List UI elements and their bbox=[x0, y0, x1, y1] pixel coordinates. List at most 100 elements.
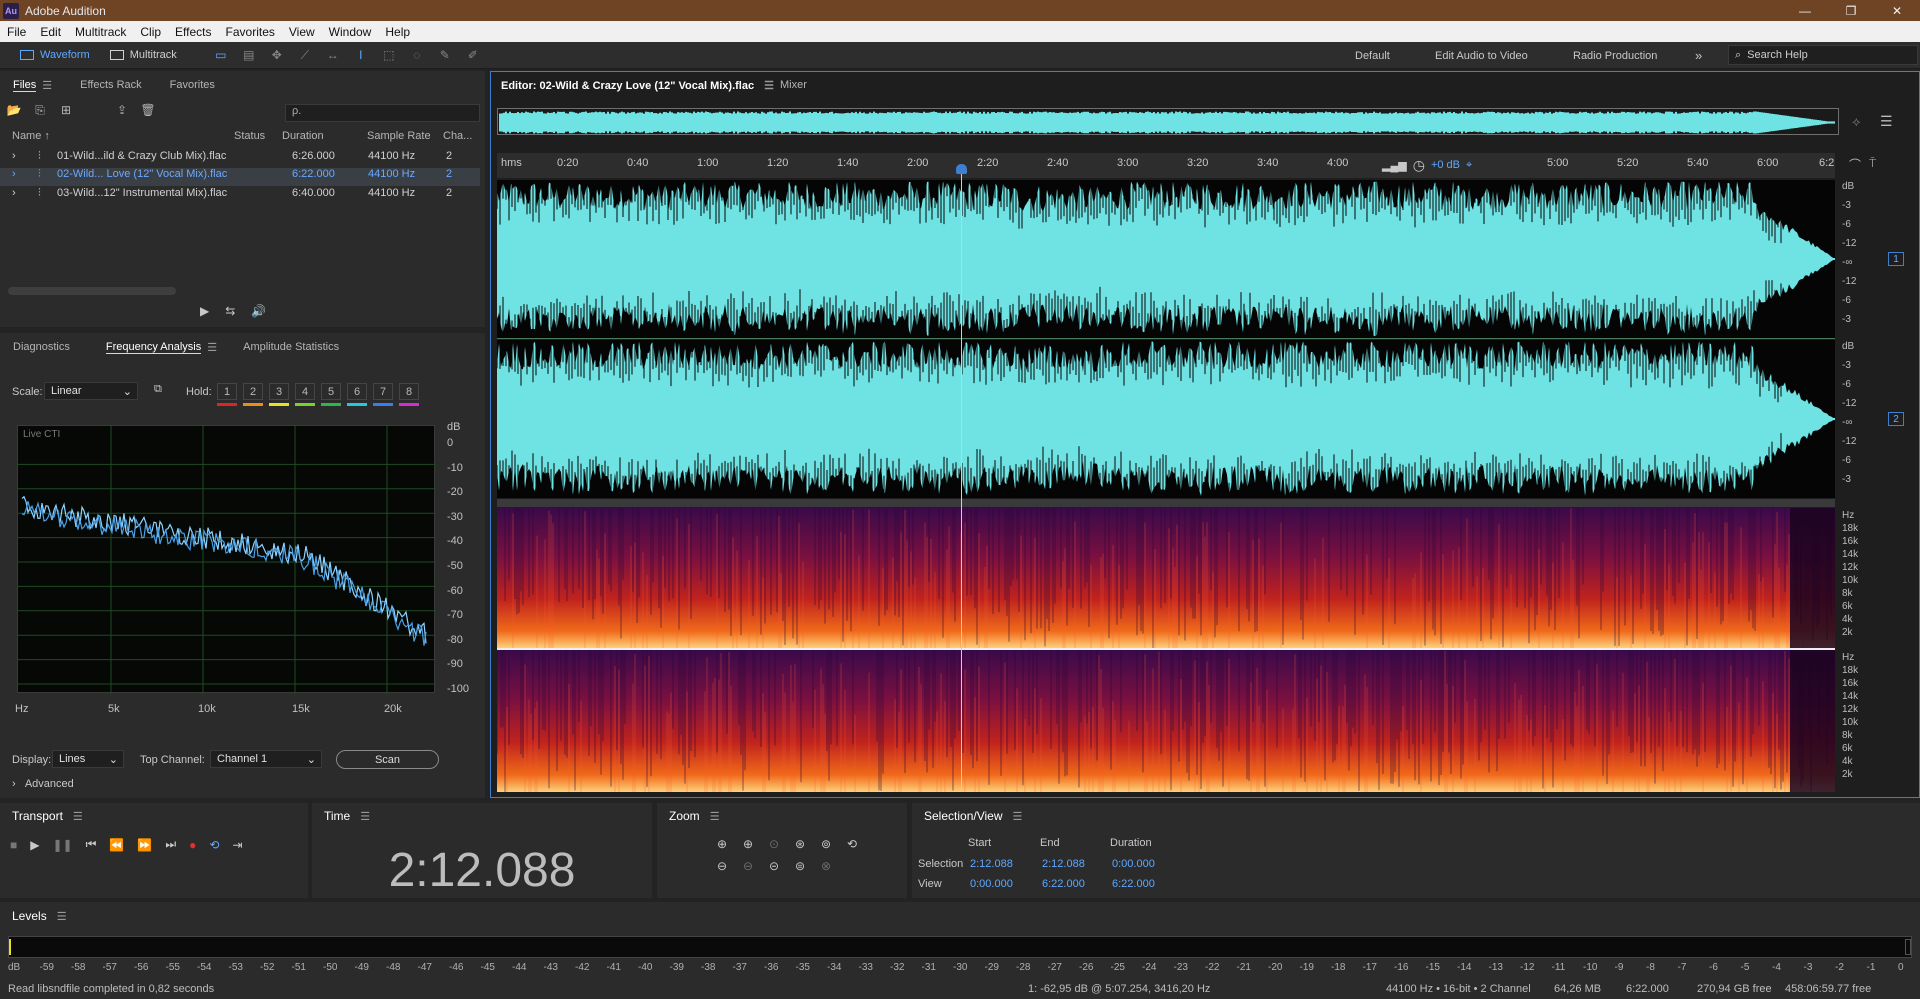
view-divider-handle[interactable] bbox=[497, 499, 1835, 507]
marker-icon[interactable]: ⍑ bbox=[1869, 156, 1876, 171]
chevron-right-icon[interactable]: › bbox=[12, 187, 16, 199]
chevron-right-icon[interactable]: › bbox=[12, 150, 16, 162]
double-chevron-right-icon[interactable]: » bbox=[1695, 42, 1702, 69]
slip-tool-icon[interactable]: ↔ bbox=[326, 48, 340, 62]
tab-files[interactable]: Files ☰ bbox=[4, 71, 61, 99]
panel-menu-icon[interactable]: ☰ bbox=[42, 79, 52, 92]
tab-mixer[interactable]: Mixer bbox=[780, 79, 807, 91]
maximize-button[interactable]: ❐ bbox=[1828, 0, 1874, 21]
zoom-out-full-icon[interactable]: ⊝ bbox=[769, 859, 795, 873]
spectral-frequency-display-icon[interactable]: ▭ bbox=[214, 48, 228, 62]
menu-help[interactable]: Help bbox=[378, 25, 417, 39]
panel-menu-icon[interactable]: ☰ bbox=[360, 810, 370, 823]
rewind-button[interactable]: ⏪ bbox=[109, 838, 124, 852]
time-selection-tool-icon[interactable]: I bbox=[354, 48, 368, 62]
selection-duration-field[interactable]: 0:00.000 bbox=[1112, 858, 1155, 870]
waveform-mode-button[interactable]: Waveform bbox=[10, 44, 100, 66]
spectrogram-channel-2[interactable] bbox=[496, 650, 1835, 792]
scale-select[interactable]: Linear ⌄ bbox=[44, 382, 138, 400]
zoom-in-amplitude-icon[interactable]: ⊕ bbox=[717, 837, 743, 851]
fast-forward-button[interactable]: ⏩ bbox=[137, 838, 152, 852]
insert-into-multitrack-icon[interactable]: ⇪ bbox=[114, 103, 130, 117]
zoom-selection-icon[interactable]: ⊛ bbox=[795, 837, 821, 851]
lasso-tool-icon[interactable]: ◌ bbox=[410, 48, 424, 62]
zoom-in-selection-icon[interactable]: ⊙ bbox=[769, 837, 795, 851]
trash-icon[interactable]: 🗑 bbox=[140, 103, 156, 117]
top-channel-select[interactable]: Channel 1 ⌄ bbox=[210, 750, 322, 768]
column-sample-rate[interactable]: Sample Rate bbox=[367, 130, 431, 142]
hold-button-4[interactable]: 4 bbox=[295, 383, 315, 400]
auto-play-icon[interactable]: 🔊 bbox=[251, 304, 266, 318]
tab-frequency-analysis[interactable]: Frequency Analysis ☰ bbox=[97, 333, 226, 361]
close-button[interactable]: ✕ bbox=[1874, 0, 1920, 21]
clip-indicator[interactable] bbox=[1905, 939, 1911, 955]
panel-menu-icon[interactable]: ☰ bbox=[1013, 810, 1023, 823]
zoom-navigator-icon[interactable]: ⟡ bbox=[1852, 114, 1861, 130]
new-file-icon[interactable]: ⊞ bbox=[58, 103, 74, 117]
waveform-channel-1[interactable] bbox=[496, 164, 1835, 354]
workspace-default[interactable]: Default bbox=[1355, 42, 1390, 69]
menu-multitrack[interactable]: Multitrack bbox=[68, 25, 133, 39]
zoom-in-time-icon[interactable]: ⊕ bbox=[743, 837, 769, 851]
move-tool-icon[interactable]: ✥ bbox=[270, 48, 284, 62]
spectral-pitch-display-icon[interactable]: ▤ bbox=[242, 48, 256, 62]
playhead-handle[interactable] bbox=[955, 164, 967, 174]
zoom-out-amplitude-icon[interactable]: ⊖ bbox=[717, 859, 743, 873]
hold-button-2[interactable]: 2 bbox=[243, 383, 263, 400]
file-row-selected[interactable]: › ⫶ 02-Wild... Love (12" Vocal Mix).flac… bbox=[0, 168, 480, 186]
marquee-tool-icon[interactable]: ⬚ bbox=[382, 48, 396, 62]
view-duration-field[interactable]: 6:22.000 bbox=[1112, 878, 1155, 890]
hold-button-8[interactable]: 8 bbox=[399, 383, 419, 400]
chevron-right-icon[interactable]: › bbox=[12, 168, 16, 180]
brush-tool-icon[interactable]: ✎ bbox=[438, 48, 452, 62]
view-start-field[interactable]: 0:00.000 bbox=[970, 878, 1013, 890]
hud-volume[interactable]: ▂▄▆ ◷ +0 dB ⌖ bbox=[1382, 155, 1477, 175]
panel-menu-icon[interactable]: ☰ bbox=[73, 810, 83, 823]
loop-playback-button[interactable]: ⟲ bbox=[209, 838, 219, 852]
file-row[interactable]: › ⫶ 03-Wild...12" Instrumental Mix).flac… bbox=[0, 187, 480, 205]
minimize-button[interactable]: — bbox=[1782, 0, 1828, 21]
menu-window[interactable]: Window bbox=[322, 25, 379, 39]
column-duration[interactable]: Duration bbox=[282, 130, 324, 142]
menu-effects[interactable]: Effects bbox=[168, 25, 218, 39]
workspace-radio-production[interactable]: Radio Production bbox=[1573, 42, 1657, 69]
go-to-end-button[interactable]: ⏭ bbox=[165, 837, 176, 852]
files-search-input[interactable]: ρ. bbox=[285, 104, 480, 122]
zoom-to-fit-icon[interactable]: ⊚ bbox=[821, 837, 847, 851]
menu-clip[interactable]: Clip bbox=[133, 25, 168, 39]
pin-icon[interactable]: ⌖ bbox=[1466, 159, 1472, 172]
hold-button-3[interactable]: 3 bbox=[269, 383, 289, 400]
hold-button-5[interactable]: 5 bbox=[321, 383, 341, 400]
go-to-start-button[interactable]: ⏮ bbox=[86, 837, 97, 852]
menu-view[interactable]: View bbox=[282, 25, 322, 39]
skip-selection-button[interactable]: ⇥ bbox=[232, 838, 242, 852]
panel-menu-icon[interactable]: ☰ bbox=[764, 79, 774, 92]
tab-effects-rack[interactable]: Effects Rack bbox=[71, 71, 151, 99]
panel-menu-icon[interactable]: ☰ bbox=[57, 910, 67, 923]
files-horizontal-scrollbar[interactable] bbox=[8, 287, 176, 295]
tab-amplitude-statistics[interactable]: Amplitude Statistics bbox=[234, 333, 348, 361]
file-row[interactable]: › ⫶ 01-Wild...ild & Crazy Club Mix).flac… bbox=[0, 150, 480, 168]
compare-icon[interactable]: ⧉ bbox=[154, 383, 162, 396]
hamburger-icon[interactable]: ☰ bbox=[1880, 113, 1893, 130]
tab-editor[interactable]: Editor: 02-Wild & Crazy Love (12" Vocal … bbox=[501, 79, 774, 93]
spot-healing-brush-icon[interactable]: ✐ bbox=[466, 48, 480, 62]
waveform-channel-2[interactable] bbox=[496, 324, 1835, 514]
panel-menu-icon[interactable]: ☰ bbox=[207, 341, 217, 354]
display-select[interactable]: Lines ⌄ bbox=[52, 750, 124, 768]
volume-knob-icon[interactable]: ◷ bbox=[1413, 157, 1425, 174]
column-name[interactable]: Name ↑ bbox=[12, 130, 50, 142]
advanced-expander[interactable]: › Advanced bbox=[12, 778, 74, 790]
hold-button-7[interactable]: 7 bbox=[373, 383, 393, 400]
razor-tool-icon[interactable]: ⟋ bbox=[298, 48, 312, 62]
channel-2-toggle[interactable]: 2 bbox=[1888, 412, 1904, 426]
open-file-icon[interactable]: 📂 bbox=[6, 103, 22, 117]
selection-start-field[interactable]: 2:12.088 bbox=[970, 858, 1013, 870]
workspace-edit-audio-to-video[interactable]: Edit Audio to Video bbox=[1435, 42, 1528, 69]
column-status[interactable]: Status bbox=[234, 130, 265, 142]
snap-icon[interactable]: ⌒ bbox=[1849, 156, 1861, 173]
spectrogram-channel-1[interactable] bbox=[497, 508, 1835, 648]
zoom-out-time-icon[interactable]: ⊖ bbox=[743, 859, 769, 873]
play-button[interactable]: ▶ bbox=[30, 838, 39, 852]
timeline-ruler[interactable]: hms 0:20 0:40 1:00 1:20 1:40 2:00 2:20 2:40 3:00… bbox=[497, 153, 1835, 178]
